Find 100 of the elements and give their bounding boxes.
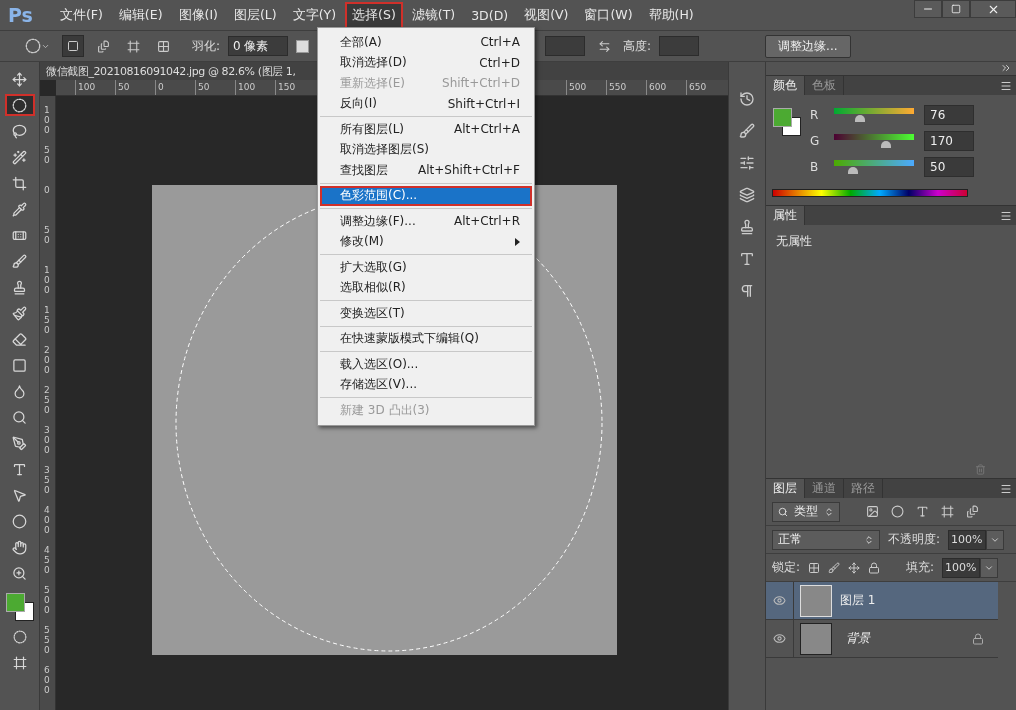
close-button[interactable] (970, 0, 1016, 18)
swap-arrows-icon (597, 39, 611, 53)
layer-thumbnail (800, 584, 832, 617)
menu-entry[interactable]: 扩大选取(G) (320, 257, 532, 278)
menu-item[interactable]: 视图(V) (517, 1, 576, 29)
menu-item[interactable]: 文字(Y) (285, 1, 344, 29)
ruler-label: 400 (44, 505, 51, 537)
fill-field[interactable]: 100% (942, 557, 981, 578)
text-icon (739, 251, 755, 267)
height-field[interactable] (659, 36, 700, 56)
text-icon[interactable] (916, 505, 929, 518)
slider-thumb[interactable] (854, 115, 865, 122)
ruler-label: 300 (44, 425, 51, 457)
move-icon[interactable] (848, 561, 861, 574)
channel-value-field[interactable]: 76 (924, 105, 974, 125)
anti-alias-checkbox[interactable] (296, 39, 310, 53)
hand-icon (12, 539, 27, 555)
square-icon (67, 40, 79, 52)
opacity-field[interactable]: 100% (948, 529, 987, 550)
menu-entry[interactable]: 载入选区(O)... (320, 354, 532, 375)
maximize-button[interactable] (942, 0, 970, 18)
width-field[interactable] (545, 36, 586, 56)
menu-entry[interactable]: 选取相似(R) (320, 277, 532, 298)
checker-icon[interactable] (808, 561, 821, 574)
menu-icon[interactable] (1000, 79, 1012, 92)
droplet-icon (12, 383, 27, 399)
channel-value-field[interactable]: 170 (924, 131, 974, 151)
menu-item[interactable]: 窗口(W) (577, 1, 640, 29)
menu-item[interactable]: 选择(S) (345, 1, 403, 29)
menu-item[interactable]: 编辑(E) (111, 1, 170, 29)
ruler-label: 500 (566, 80, 606, 95)
opacity-label: 不透明度: (888, 531, 941, 548)
filter-dropdown[interactable]: 类型 (772, 501, 840, 522)
menu-entry[interactable]: 修改(M) (320, 231, 532, 252)
grid-icon (156, 39, 170, 53)
layer-row[interactable]: 图层 1 (766, 582, 998, 620)
slider-thumb[interactable] (880, 141, 891, 148)
menu-item[interactable]: 文件(F) (52, 1, 110, 29)
refine-edge-button[interactable]: 调整边缘... (765, 34, 851, 58)
properties-message: 无属性 (776, 234, 812, 248)
blend-mode-dropdown[interactable]: 正常 (772, 529, 880, 550)
feather-field[interactable]: 0 像素 (228, 36, 289, 56)
menu-entry[interactable]: 变换选区(T) (320, 303, 532, 324)
ruler-label: 350 (44, 465, 51, 497)
menu-item[interactable]: 帮助(H) (641, 1, 701, 29)
opacity-dropdown[interactable] (986, 529, 1005, 550)
panel-tab[interactable]: 颜色 (766, 76, 805, 95)
stack-icon[interactable] (966, 505, 979, 518)
frame-icon[interactable] (941, 505, 954, 518)
menu-entry[interactable]: 在快速蒙版模式下编辑(Q) (320, 328, 532, 349)
ruler-label: 150 (275, 80, 315, 95)
menu-item[interactable]: 3D(D) (464, 2, 516, 28)
fill-label: 填充: (906, 559, 935, 576)
menu-entry[interactable]: 查找图层 Alt+Shift+Ctrl+F (320, 160, 532, 181)
menu-entry[interactable]: 色彩范围(C)... (320, 185, 532, 206)
ruler-label: 50 (115, 80, 155, 95)
brush-icon[interactable] (828, 561, 841, 574)
ruler-label: 650 (686, 80, 726, 95)
slider-thumb[interactable] (847, 167, 858, 174)
menu-entry[interactable]: 取消选择(D) Ctrl+D (320, 52, 532, 73)
ruler-label: 0 (44, 185, 51, 197)
height-label: 高度: (623, 37, 652, 55)
menu-entry[interactable]: 取消选择图层(S) (320, 139, 532, 160)
menu-icon[interactable] (1000, 209, 1012, 222)
stacked-squares-icon (96, 39, 110, 53)
image-icon[interactable] (866, 505, 879, 518)
menu-icon[interactable] (1000, 482, 1012, 495)
menu-item[interactable]: 图层(L) (226, 1, 284, 29)
circle-icon[interactable] (891, 505, 904, 518)
panel-tab[interactable]: 图层 (766, 479, 805, 498)
color-spectrum[interactable] (772, 189, 968, 197)
menu-entry[interactable]: 调整边缘(F)... Alt+Ctrl+R (320, 211, 532, 232)
magnifier-icon (12, 409, 27, 425)
menu-entry[interactable]: 存储选区(V)... (320, 374, 532, 395)
menu-entry[interactable]: 所有图层(L) Alt+Ctrl+A (320, 119, 532, 140)
fill-dropdown[interactable] (980, 557, 999, 578)
layer-row[interactable]: 背景 (766, 620, 998, 658)
ruler-label: 250 (44, 385, 51, 417)
eye-icon (773, 632, 786, 645)
minimize-button[interactable] (914, 0, 942, 18)
eyedropper-icon (12, 201, 27, 217)
new-selection-button[interactable] (62, 35, 84, 57)
channel-label: B (810, 160, 820, 174)
ruler-label: 450 (44, 545, 51, 577)
up-down-caret-icon (824, 506, 834, 517)
wand-icon (12, 149, 27, 165)
menu-entry[interactable]: 反向(I) Shift+Ctrl+I (320, 93, 532, 114)
channel-value-field[interactable]: 50 (924, 157, 974, 177)
dashed-ellipse-icon (12, 97, 27, 113)
panel-tab[interactable]: 属性 (766, 206, 805, 225)
menu-item[interactable]: 图像(I) (171, 1, 225, 29)
frame-icon (12, 656, 27, 670)
dashed-ellipse-tool[interactable] (4, 94, 35, 116)
menu-entry[interactable]: 全部(A) Ctrl+A (320, 32, 532, 53)
pen-icon (12, 435, 27, 451)
lock-icon[interactable] (868, 561, 881, 574)
stamp-icon (12, 279, 27, 295)
pilcrow-icon (739, 283, 755, 299)
menu-item[interactable]: 滤镜(T) (404, 1, 463, 29)
collapse-icon[interactable] (1000, 62, 1012, 74)
